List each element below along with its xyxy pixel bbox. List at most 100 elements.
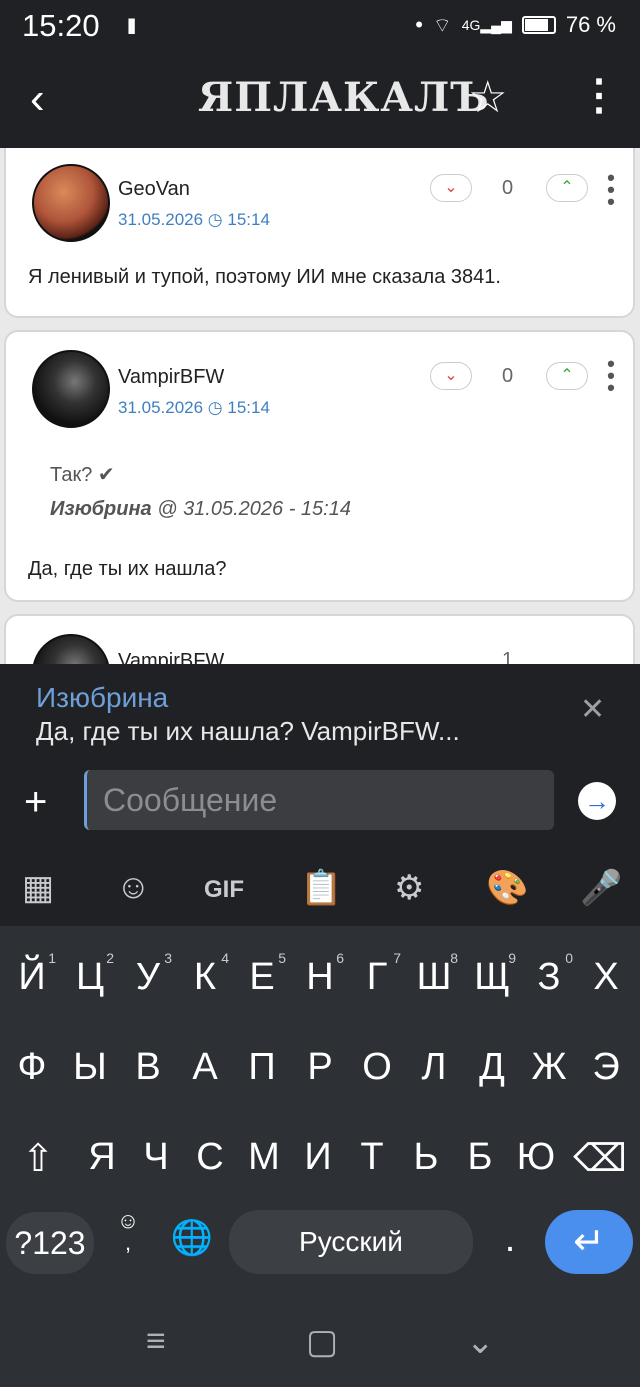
pause-icon: II (127, 14, 136, 39)
key[interactable]: З0 (521, 950, 577, 999)
key[interactable]: Щ9 (464, 950, 520, 999)
enter-key-icon[interactable]: ↵ (545, 1210, 633, 1274)
avatar[interactable] (32, 164, 110, 242)
key[interactable]: Р (292, 1046, 348, 1089)
status-bar: 15:20 II • ⌔ 4G▂▄▆ 76 % (0, 0, 640, 52)
key[interactable]: Е5 (234, 950, 290, 999)
key[interactable]: С (182, 1136, 238, 1179)
key[interactable]: К4 (177, 950, 233, 999)
key[interactable]: М (236, 1136, 292, 1179)
backspace-icon[interactable]: ⌫ (572, 1136, 628, 1181)
key[interactable]: О (349, 1046, 405, 1089)
message-composer: + Сообщение → (0, 754, 640, 850)
key[interactable]: Т (344, 1136, 400, 1179)
key[interactable]: Н6 (292, 950, 348, 999)
reply-preview: Изюбрина Да, где ты их нашла? VampirBFW.… (0, 664, 640, 754)
reply-snippet: Да, где ты их нашла? VampirBFW... (36, 716, 460, 746)
back-button[interactable]: ‹ (30, 74, 45, 124)
vote-up-button[interactable]: ⌃ (546, 362, 588, 390)
comment-more-icon[interactable]: • • • (604, 353, 618, 399)
comment-text: Да, где ты их нашла? (28, 558, 227, 580)
comment-card: VampirBFW 1 (4, 614, 635, 664)
quote-author[interactable]: Изюбрина (50, 498, 152, 520)
key[interactable]: Г7 (349, 950, 405, 999)
comment-more-icon[interactable]: • • • (604, 167, 618, 213)
comment-text: Я ленивый и тупой, поэтому ИИ мне сказал… (28, 266, 501, 288)
signal-icon: 4G▂▄▆ (461, 16, 512, 33)
comment-feed[interactable]: GeoVan 31.05.2026 ◷ 15:14 ⌄ 0 ⌃ • • • Я ле… (0, 148, 640, 664)
key[interactable]: Ы (62, 1046, 118, 1089)
status-icons: • ⌔ 4G▂▄▆ 76 % (415, 12, 616, 38)
more-menu-icon[interactable]: ⋮ (578, 70, 620, 119)
send-icon[interactable]: → (578, 782, 616, 820)
quote-meta[interactable]: Изюбрина @ 31.05.2026 - 15:14 (50, 498, 351, 521)
comment-card: GeoVan 31.05.2026 ◷ 15:14 ⌄ 0 ⌃ • • • Я ле… (4, 148, 635, 318)
space-bar[interactable]: Русский (229, 1210, 473, 1274)
symbols-key[interactable]: ?123 (6, 1212, 94, 1274)
vote-count: 0 (502, 365, 514, 387)
key[interactable]: Э (578, 1046, 634, 1089)
keyboard-toolbar: ▦ ☺ GIF 📋 ⚙ 🎨 🎤 (0, 850, 640, 926)
key[interactable]: Х (578, 956, 634, 999)
microphone-icon[interactable]: 🎤 (580, 868, 622, 908)
key[interactable]: И (290, 1136, 346, 1179)
settings-gear-icon[interactable]: ⚙ (394, 868, 424, 908)
home-icon[interactable]: ▢ (306, 1322, 338, 1362)
key[interactable]: Д (464, 1046, 520, 1089)
key[interactable]: Ш8 (406, 950, 462, 999)
key[interactable]: Л (406, 1046, 462, 1089)
vote-count: 1 (502, 649, 514, 664)
quote-date: @ 31.05.2026 - 15:14 (157, 498, 351, 520)
nav-back-icon[interactable]: ⌄ (466, 1322, 495, 1362)
key[interactable]: Ф (4, 1046, 60, 1089)
period-key[interactable]: . (482, 1218, 538, 1261)
status-time: 15:20 (22, 8, 100, 43)
quoted-text: Так? ✔ (50, 464, 115, 486)
site-logo: ЯПЛАКАЛЪ (198, 74, 490, 121)
key[interactable]: Ц2 (62, 950, 118, 999)
reply-to-name: Изюбрина (36, 682, 169, 713)
battery-percent: 76 % (565, 12, 616, 37)
vote-down-button[interactable]: ⌄ (430, 174, 472, 202)
key[interactable]: Ж (521, 1046, 577, 1089)
vote-up-button[interactable]: ⌃ (546, 174, 588, 202)
key[interactable]: У3 (120, 950, 176, 999)
key[interactable]: А (177, 1046, 233, 1089)
wifi-icon: ⌔ (432, 14, 452, 37)
close-reply-icon[interactable]: ✕ (580, 692, 605, 727)
app-bar: ‹ ЯПЛАКАЛЪ ☆ ⋮ (0, 52, 640, 148)
globe-icon[interactable]: 🌐 (164, 1218, 220, 1258)
attach-plus-icon[interactable]: + (24, 780, 47, 825)
comment-card: VampirBFW 31.05.2026 ◷ 15:14 ⌄ 0 ⌃ • • • Т… (4, 330, 635, 602)
key[interactable]: Ч (128, 1136, 184, 1179)
vote-count: 0 (502, 177, 514, 199)
avatar[interactable] (32, 350, 110, 428)
key[interactable]: Я (74, 1136, 130, 1179)
sticker-icon[interactable]: ☺ (116, 868, 151, 907)
key[interactable]: Й1 (4, 950, 60, 999)
key[interactable]: В (120, 1046, 176, 1089)
keyboard: Й1 Ц2 У3 К4 Е5 Н6 Г7 Ш8 Щ9 З0 Х Ф Ы В А … (0, 926, 640, 1387)
vote-down-button[interactable]: ⌄ (430, 362, 472, 390)
message-input[interactable]: Сообщение (84, 770, 554, 830)
clipboard-icon[interactable]: 📋 (300, 868, 342, 908)
key[interactable]: П (234, 1046, 290, 1089)
comment-author[interactable]: GeoVan (118, 178, 190, 201)
apps-grid-icon[interactable]: ▦ (22, 868, 54, 908)
key[interactable]: Ю (508, 1136, 564, 1179)
avatar[interactable] (32, 634, 110, 664)
shift-key-icon[interactable]: ⇧ (10, 1136, 66, 1181)
comment-author[interactable]: VampirBFW (118, 650, 224, 664)
battery-icon (521, 16, 556, 34)
gif-icon[interactable]: GIF (204, 876, 244, 904)
theme-palette-icon[interactable]: 🎨 (486, 868, 528, 908)
favorite-star-icon[interactable]: ☆ (468, 72, 507, 123)
comment-date: 31.05.2026 ◷ 15:14 (118, 210, 270, 229)
emoji-key-icon[interactable]: ☺, (102, 1210, 154, 1254)
comment-date: 31.05.2026 ◷ 15:14 (118, 398, 270, 417)
key[interactable]: Ь (398, 1136, 454, 1179)
comment-author[interactable]: VampirBFW (118, 366, 224, 389)
recents-icon[interactable]: ≡ (146, 1322, 166, 1361)
key[interactable]: Б (452, 1136, 508, 1179)
notification-dot-icon: • (415, 12, 423, 37)
